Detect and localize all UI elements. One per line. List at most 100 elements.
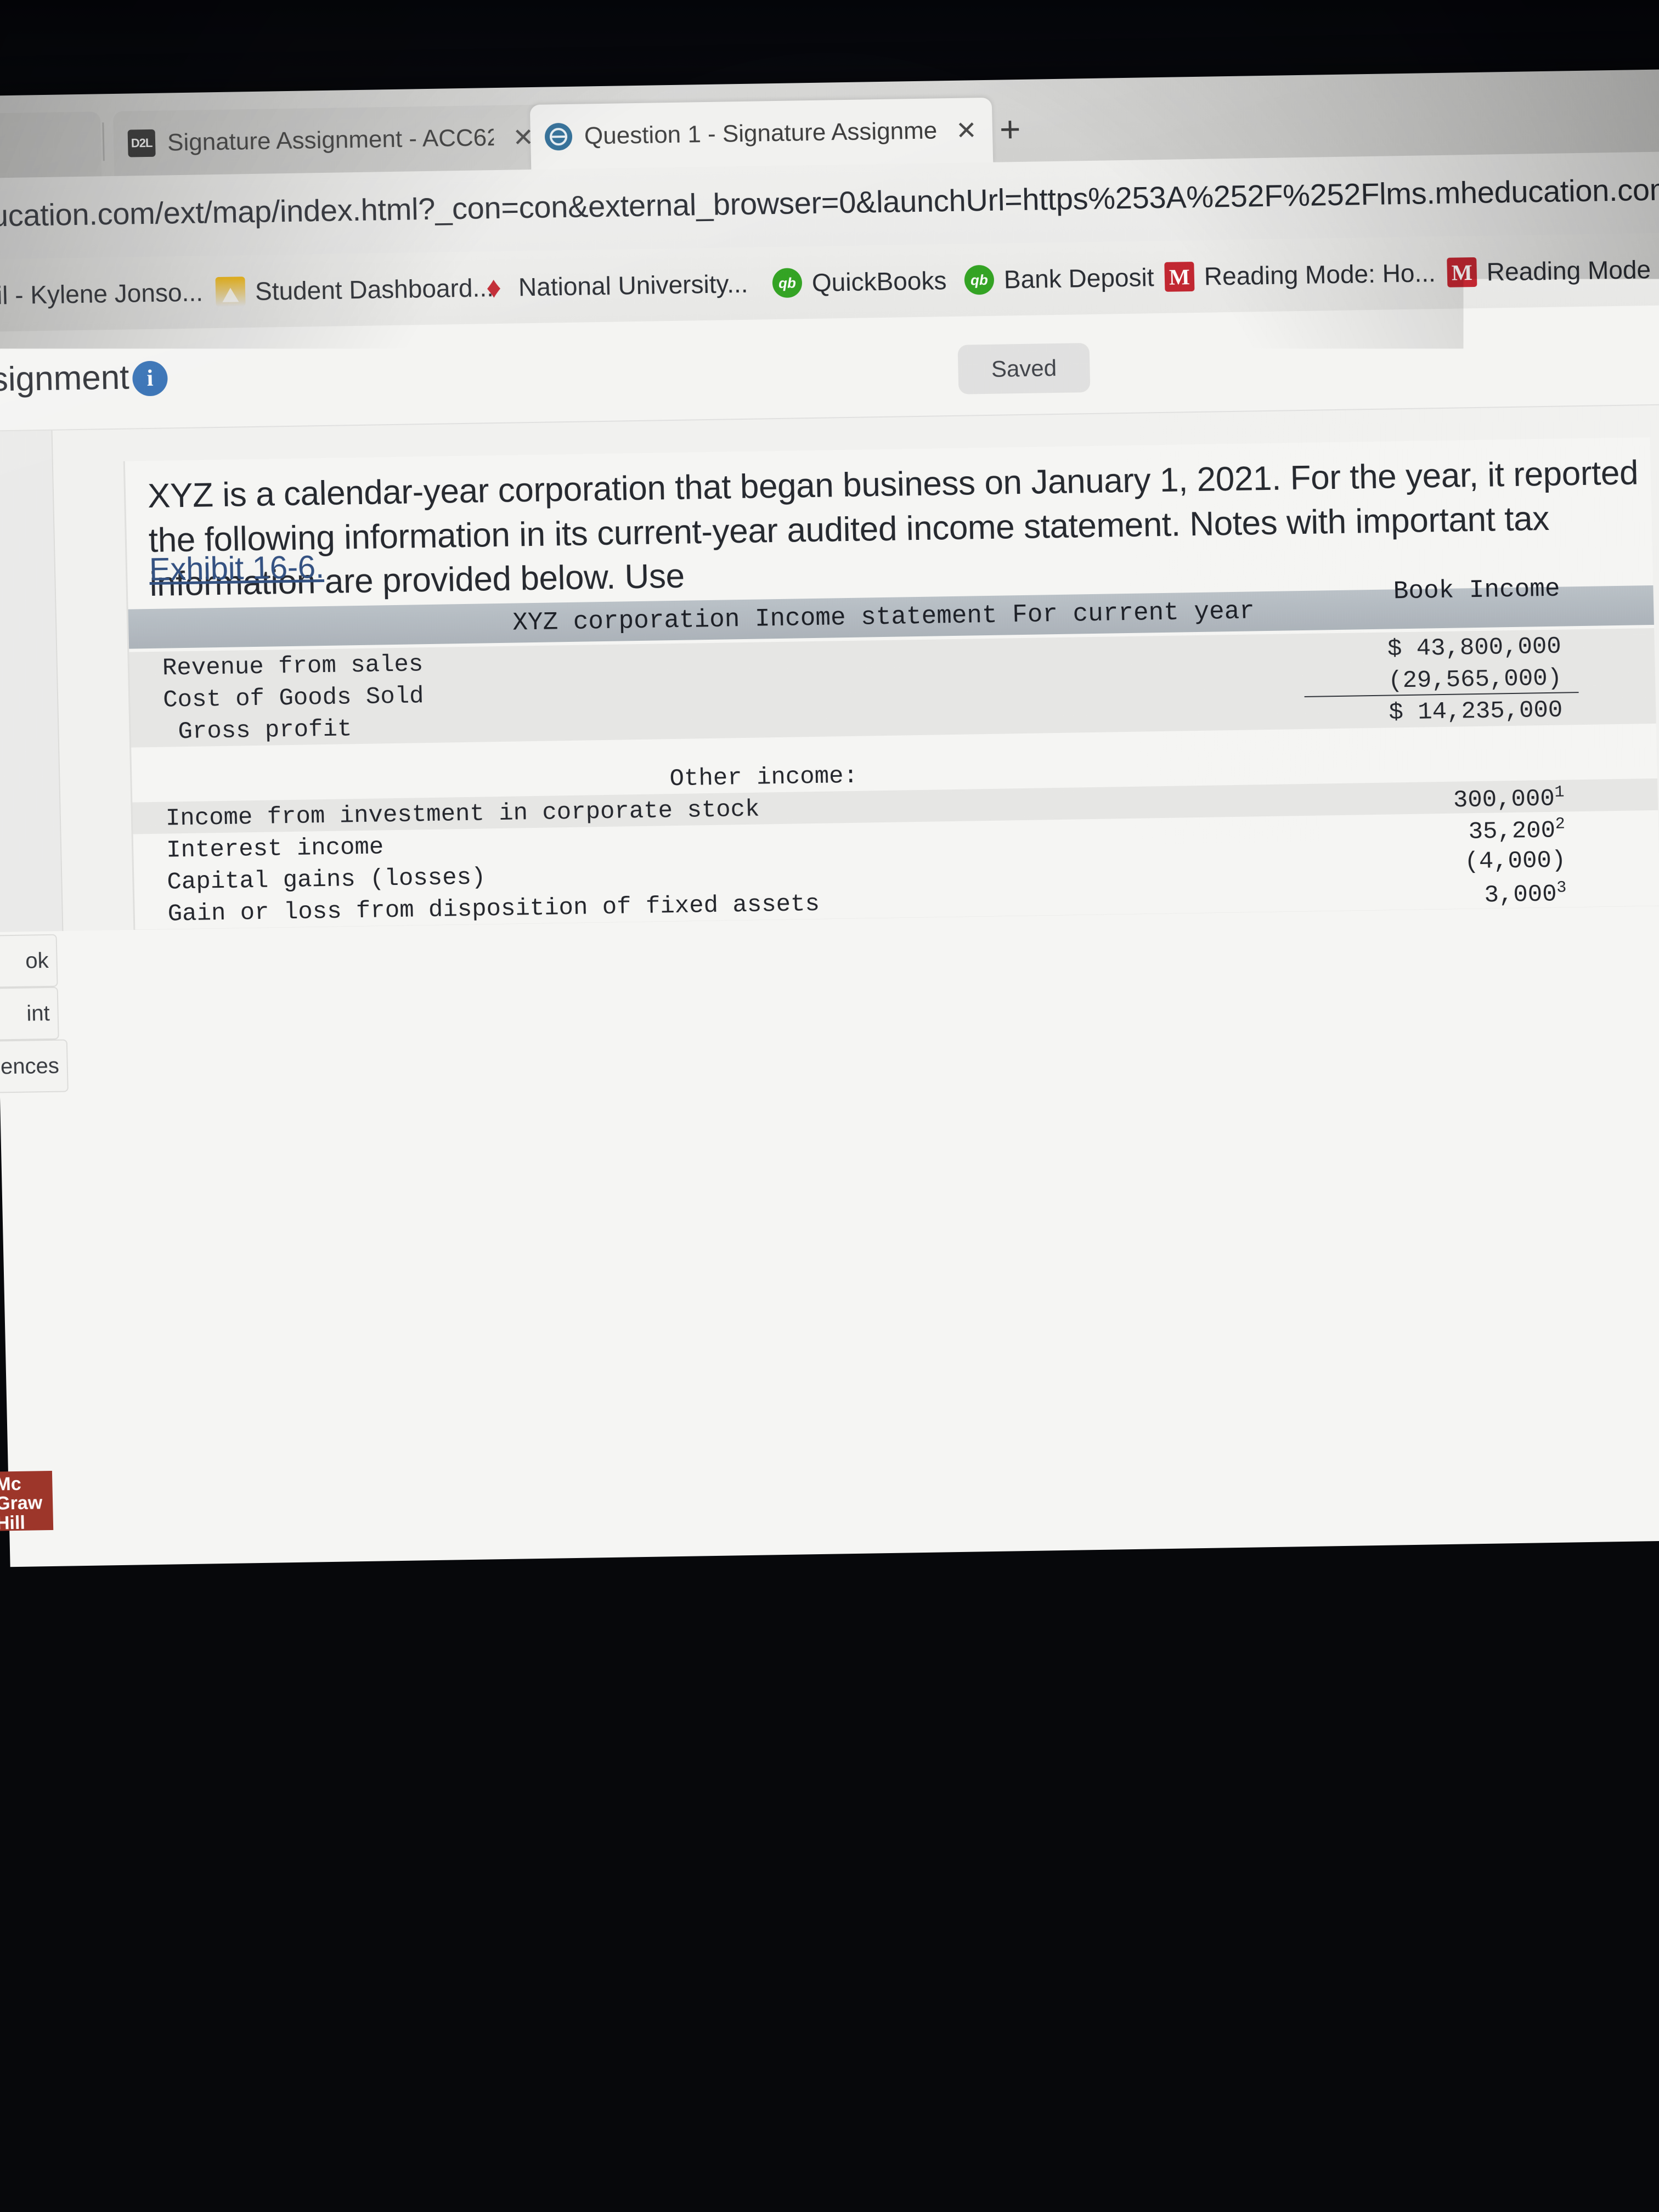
tab-divider <box>102 122 105 161</box>
status-badge: Saved <box>957 343 1090 394</box>
bookmark-student-dashboard[interactable]: Student Dashboard... <box>215 263 494 316</box>
footnote-marker: 11 <box>1557 1356 1577 1375</box>
tab-title: Question 1 - Signature Assignme <box>584 117 937 150</box>
file-explorer-icon[interactable] <box>1292 1551 1333 1592</box>
widgets-icon[interactable] <box>785 1551 826 1592</box>
logo-line-3: Hill <box>0 1513 53 1533</box>
browser-tab-2[interactable]: Question 1 - Signature Assignme ✕ <box>530 98 993 170</box>
footnote-marker: 3 <box>1556 878 1567 897</box>
row-label: Organizational expenditures <box>206 1371 598 1404</box>
row-value: (60,000)6 <box>1447 1165 1573 1196</box>
sidebar-item-ebook[interactable]: ok <box>0 934 58 988</box>
excel-icon[interactable] <box>1002 1551 1043 1592</box>
chrome-icon[interactable] <box>1509 1551 1550 1592</box>
exhibit-link[interactable]: Exhibit 16-6. <box>149 549 324 588</box>
row-label: Goodwill impairment <box>191 1341 467 1373</box>
sidebar-item-references[interactable]: ences <box>0 1039 69 1093</box>
page-2[interactable]: 2 <box>991 1482 1009 1518</box>
row-label: Compensation <box>170 1025 345 1056</box>
bookmark-reading-mode-1[interactable]: M Reading Mode: Ho... <box>1164 249 1436 301</box>
new-tab-button[interactable]: + <box>999 108 1021 150</box>
footnote-marker: 8 <box>1564 1228 1575 1247</box>
taskbar-icons <box>568 1551 1550 1592</box>
sidebar-item-label: ences <box>1 1053 60 1079</box>
sidebar-item-print[interactable]: int <box>0 987 59 1041</box>
row-value: 50,000 <box>1480 910 1568 939</box>
row-value: 300,0001 <box>1453 783 1565 815</box>
bookmark-label: Bank Deposit <box>1003 262 1154 294</box>
row-label: Bad Debt expense <box>188 1183 421 1214</box>
browser-tab-0[interactable]: ional U ✕ <box>0 111 101 180</box>
browser-tab-1[interactable]: D2L Signature Assignment - ACC621N ✕ <box>113 105 549 176</box>
bookmark-mail[interactable]: @ Mail - Kylene Jonso... <box>0 268 204 320</box>
bookmark-label: National University... <box>518 269 748 302</box>
onedrive-icon[interactable] <box>1364 1551 1405 1592</box>
page-1[interactable]: 1 <box>935 1483 953 1519</box>
bookmark-label: QuickBooks <box>811 266 947 297</box>
task-view-icon[interactable] <box>713 1551 753 1592</box>
footnote-marker: 6 <box>1562 1165 1573 1183</box>
mcgraw-hill-logo: Mc Graw Hill <box>0 1471 53 1531</box>
quickbooks-icon: qb <box>964 265 994 295</box>
bookmark-quickbooks[interactable]: qb QuickBooks <box>772 256 947 307</box>
page-selector[interactable]: 1 2 3 S <box>913 1465 1087 1536</box>
tab-title: Signature Assignment - ACC621N <box>167 124 494 156</box>
word-icon[interactable] <box>1075 1551 1115 1592</box>
prev-label: Prev <box>772 1479 836 1516</box>
bookmark-bank-deposit[interactable]: qb Bank Deposit <box>964 253 1154 304</box>
footnote-marker: 1 <box>1554 783 1565 802</box>
info-icon[interactable]: i <box>132 360 168 396</box>
grid-icon[interactable] <box>1183 1474 1223 1514</box>
row-label: Depreciation <box>189 1216 363 1246</box>
windows-taskbar <box>0 1539 1659 1605</box>
row-value: (7,538,000)4 <box>1400 1006 1570 1037</box>
bookmark-national-university[interactable]: ♦ National University... <box>478 259 748 312</box>
footnote-marker: 4 <box>1559 1006 1570 1024</box>
calculator-icon[interactable] <box>930 1551 970 1592</box>
row-value: (94,000) <box>1455 1101 1572 1130</box>
bookmark-label: Mail - Kylene Jonso... <box>0 277 203 311</box>
page-title: Assignment <box>0 358 129 400</box>
sidebar-item-label: int <box>26 1001 50 1026</box>
windows-start-icon[interactable] <box>568 1551 608 1592</box>
search-icon[interactable] <box>640 1551 681 1592</box>
row-label: Gross profit <box>178 715 352 746</box>
prev-button[interactable]: ‹ Prev <box>752 1479 836 1516</box>
teams-icon[interactable] <box>857 1551 898 1592</box>
row-value: (108,000)8 <box>1434 1228 1575 1260</box>
footnote-marker: 12 <box>1558 1387 1578 1407</box>
chevron-right-icon: › <box>1489 1469 1500 1505</box>
microsoft-store-icon[interactable] <box>1220 1551 1260 1592</box>
footnote-marker: 9 <box>1565 1260 1575 1279</box>
footnote-marker: 2 <box>1555 815 1565 834</box>
page-content: ok int ences Assignment i Saved XYZ is a… <box>0 304 1659 1566</box>
row-label: Repairs and Maintenance <box>187 1118 520 1151</box>
score-answer-button[interactable]: Score answer › <box>1281 1469 1500 1509</box>
section-heading: Expenses: <box>674 986 805 1015</box>
dropbox-icon[interactable] <box>1429 1543 1486 1600</box>
footnote-marker: 10 <box>1556 1324 1577 1343</box>
hp-logo: hp <box>785 1632 878 1725</box>
row-label: Meals (all at restaurants) <box>191 1308 568 1341</box>
national-university-icon: ♦ <box>478 273 509 303</box>
url-text[interactable]: mheducation.com/ext/map/index.html?_con=… <box>0 171 1659 235</box>
mcgraw-m-icon: M <box>1447 257 1477 287</box>
row-label: Stock option compensation <box>185 1054 548 1087</box>
laptop-deck: € <box>0 1725 1659 2212</box>
quickbooks-icon: qb <box>772 268 802 298</box>
chevron-left-icon: ‹ <box>752 1480 763 1516</box>
laptop-photo: ional U ✕ D2L Signature Assignment - ACC… <box>0 0 1659 2212</box>
bookmark-reading-mode-2[interactable]: M Reading Mode <box>1447 245 1651 297</box>
row-value: (41,000) <box>1456 1133 1572 1162</box>
row-value: $ 14,235,000 <box>1389 697 1563 727</box>
row-value: 3,0003 <box>1484 878 1567 909</box>
row-label: Rent <box>187 1154 246 1182</box>
edge-icon[interactable] <box>1147 1551 1188 1592</box>
close-icon[interactable]: ✕ <box>956 115 978 145</box>
logo-line-2: Graw <box>0 1493 53 1514</box>
question-card: XYZ is a calendar-year corporation that … <box>123 437 1659 1492</box>
page-3[interactable]: 3 <box>1048 1481 1066 1517</box>
bookmark-label: Reading Mode <box>1486 255 1651 287</box>
logo-line-1: Mc <box>0 1474 53 1494</box>
row-label: Miscellaneous income <box>168 928 459 960</box>
